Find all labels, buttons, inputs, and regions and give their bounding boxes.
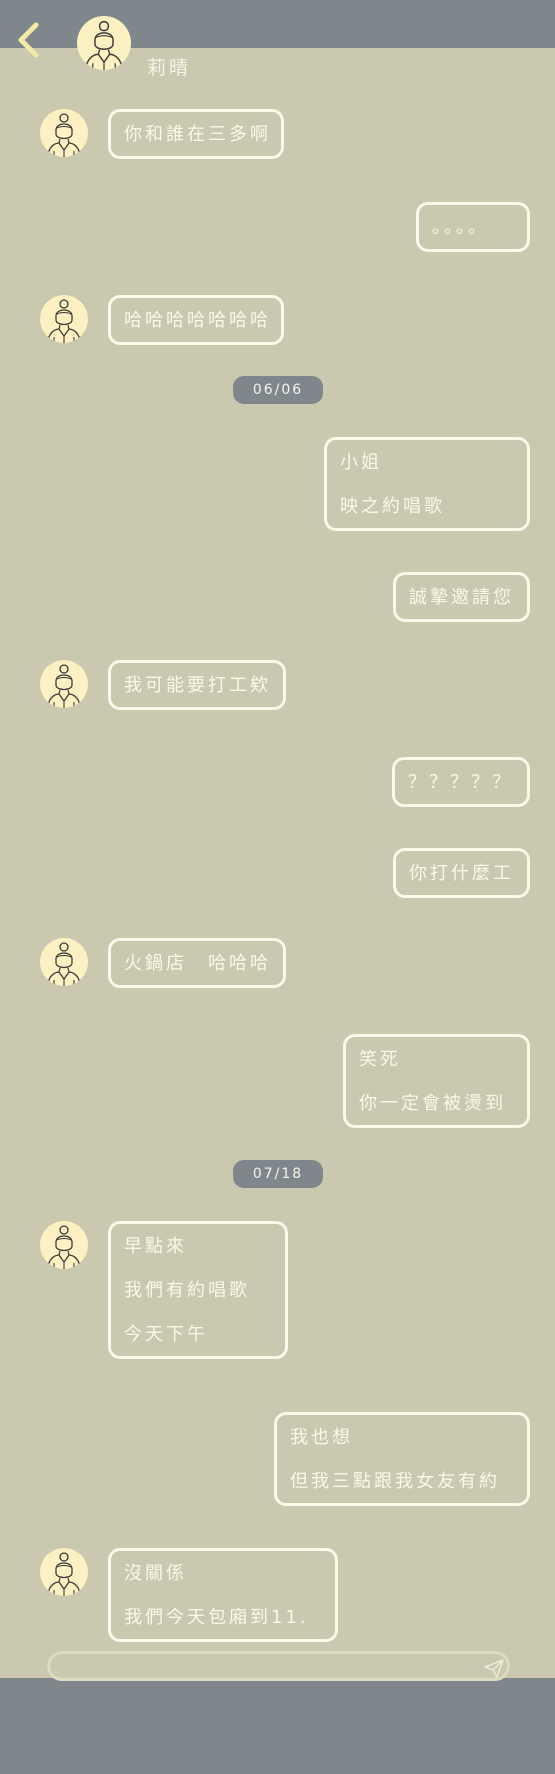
sender-avatar[interactable] bbox=[40, 295, 88, 343]
message-text: 映之約唱歌 bbox=[340, 496, 445, 517]
message-text: 。。。。 bbox=[432, 217, 489, 238]
message-text: 你一定會被燙到 bbox=[359, 1093, 506, 1114]
message-text: 我們今天包廂到11. bbox=[124, 1607, 309, 1628]
bottom-bar bbox=[0, 1678, 555, 1774]
sender-avatar[interactable] bbox=[40, 109, 88, 157]
back-chevron-icon[interactable] bbox=[14, 20, 44, 60]
woman-portrait-icon bbox=[47, 1225, 81, 1269]
message-bubble[interactable]: 早點來我們有約唱歌 今天下午 bbox=[108, 1221, 288, 1359]
message-text: ？？？？？ bbox=[408, 772, 513, 793]
message-bubble[interactable]: 我也想但我三點跟我女友有約 bbox=[274, 1412, 530, 1506]
message-bubble[interactable]: 沒關係我們今天包廂到11. bbox=[108, 1548, 338, 1642]
message-text: 但我三點跟我女友有約 bbox=[290, 1471, 500, 1492]
message-text: 今天下午 bbox=[124, 1324, 208, 1345]
message-text: 我們有約唱歌 bbox=[124, 1280, 250, 1301]
message-text: 你和誰在三多啊 bbox=[124, 124, 271, 145]
message-bubble[interactable]: ？？？？？ bbox=[392, 757, 530, 807]
message-text: 哈哈哈哈哈哈哈 bbox=[124, 310, 271, 331]
woman-portrait-icon bbox=[47, 664, 81, 708]
message-text: 笑死 bbox=[359, 1049, 401, 1070]
date-separator: 06/06 bbox=[233, 376, 323, 404]
message-text: 你打什麼工 bbox=[409, 863, 514, 884]
date-separator: 07/18 bbox=[233, 1160, 323, 1188]
sender-avatar[interactable] bbox=[40, 1221, 88, 1269]
sender-avatar[interactable] bbox=[40, 938, 88, 986]
sender-avatar[interactable] bbox=[40, 660, 88, 708]
message-bubble[interactable]: 哈哈哈哈哈哈哈 bbox=[108, 295, 284, 345]
message-text: 我可能要打工欸 bbox=[124, 675, 271, 696]
message-text: 小姐 bbox=[340, 452, 382, 473]
woman-portrait-icon bbox=[47, 113, 81, 157]
message-bubble[interactable]: 。。。。 bbox=[416, 202, 530, 252]
message-bubble[interactable]: 我可能要打工欸 bbox=[108, 660, 286, 710]
contact-avatar[interactable] bbox=[77, 16, 131, 70]
message-text: 我也想 bbox=[290, 1427, 353, 1448]
message-text: 誠摯邀請您 bbox=[409, 587, 514, 608]
contact-name: 莉晴 bbox=[147, 57, 192, 79]
woman-portrait-icon bbox=[47, 1552, 81, 1596]
message-text: 火鍋店 哈哈哈 bbox=[124, 953, 271, 974]
woman-portrait-icon bbox=[47, 942, 81, 986]
sender-avatar[interactable] bbox=[40, 1548, 88, 1596]
message-input-box[interactable] bbox=[47, 1651, 510, 1681]
message-bubble[interactable]: 誠摯邀請您 bbox=[393, 572, 530, 622]
message-text: 沒關係 bbox=[124, 1563, 187, 1584]
message-bubble[interactable]: 你和誰在三多啊 bbox=[108, 109, 284, 159]
message-input[interactable] bbox=[62, 1656, 466, 1680]
message-bubble[interactable]: 小姐 映之約唱歌 bbox=[324, 437, 530, 531]
message-bubble[interactable]: 你打什麼工 bbox=[393, 848, 530, 898]
woman-portrait-icon bbox=[85, 20, 123, 70]
message-text: 早點來 bbox=[124, 1236, 187, 1257]
woman-portrait-icon bbox=[47, 299, 81, 343]
message-bubble[interactable]: 笑死 你一定會被燙到 bbox=[343, 1034, 530, 1128]
message-bubble[interactable]: 火鍋店 哈哈哈 bbox=[108, 938, 286, 988]
send-icon[interactable] bbox=[483, 1657, 505, 1679]
